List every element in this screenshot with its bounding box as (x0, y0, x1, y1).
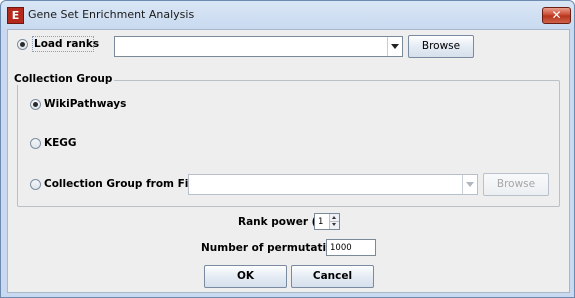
rank-power-spinner[interactable]: 1 (314, 213, 340, 230)
permutations-input[interactable] (326, 239, 376, 256)
title-bar: E Gene Set Enrichment Analysis ✕ (1, 1, 574, 29)
rank-power-value: 1 (318, 217, 324, 227)
app-icon: E (7, 7, 24, 24)
chevron-down-icon (391, 44, 399, 49)
spinner-down-button[interactable] (329, 222, 339, 229)
arrow-up-icon (332, 216, 336, 219)
load-ranks-radio[interactable] (17, 39, 28, 50)
combo-dropdown-button[interactable] (387, 37, 402, 56)
load-ranks-browse-button[interactable]: Browse (408, 35, 474, 58)
load-ranks-combo[interactable] (114, 36, 403, 57)
collection-file-radio[interactable] (30, 179, 41, 190)
load-ranks-label: Load ranks (34, 38, 100, 50)
dialog-content: Load ranks Browse Collection Group WikiP… (7, 29, 570, 293)
wikipathways-radio[interactable] (30, 99, 41, 110)
kegg-radio[interactable] (30, 138, 41, 149)
collection-file-combo[interactable] (188, 174, 478, 195)
cancel-button[interactable]: Cancel (291, 265, 374, 288)
radio-selected-dot (33, 102, 38, 107)
close-button[interactable]: ✕ (542, 7, 571, 24)
collection-file-label: Collection Group from File: (44, 178, 204, 190)
spinner-up-button[interactable] (329, 214, 339, 222)
kegg-label: KEGG (44, 137, 77, 149)
window-title: Gene Set Enrichment Analysis (28, 8, 195, 21)
combo-dropdown-button[interactable] (462, 175, 477, 194)
radio-selected-dot (20, 42, 25, 47)
wikipathways-label: WikiPathways (44, 98, 127, 110)
collection-group-title: Collection Group (12, 73, 115, 85)
ok-button[interactable]: OK (204, 265, 287, 288)
dialog-window: E Gene Set Enrichment Analysis ✕ Load ra… (0, 0, 575, 298)
arrow-down-icon (332, 223, 336, 226)
collection-file-browse-button[interactable]: Browse (483, 173, 549, 196)
chevron-down-icon (466, 182, 474, 187)
